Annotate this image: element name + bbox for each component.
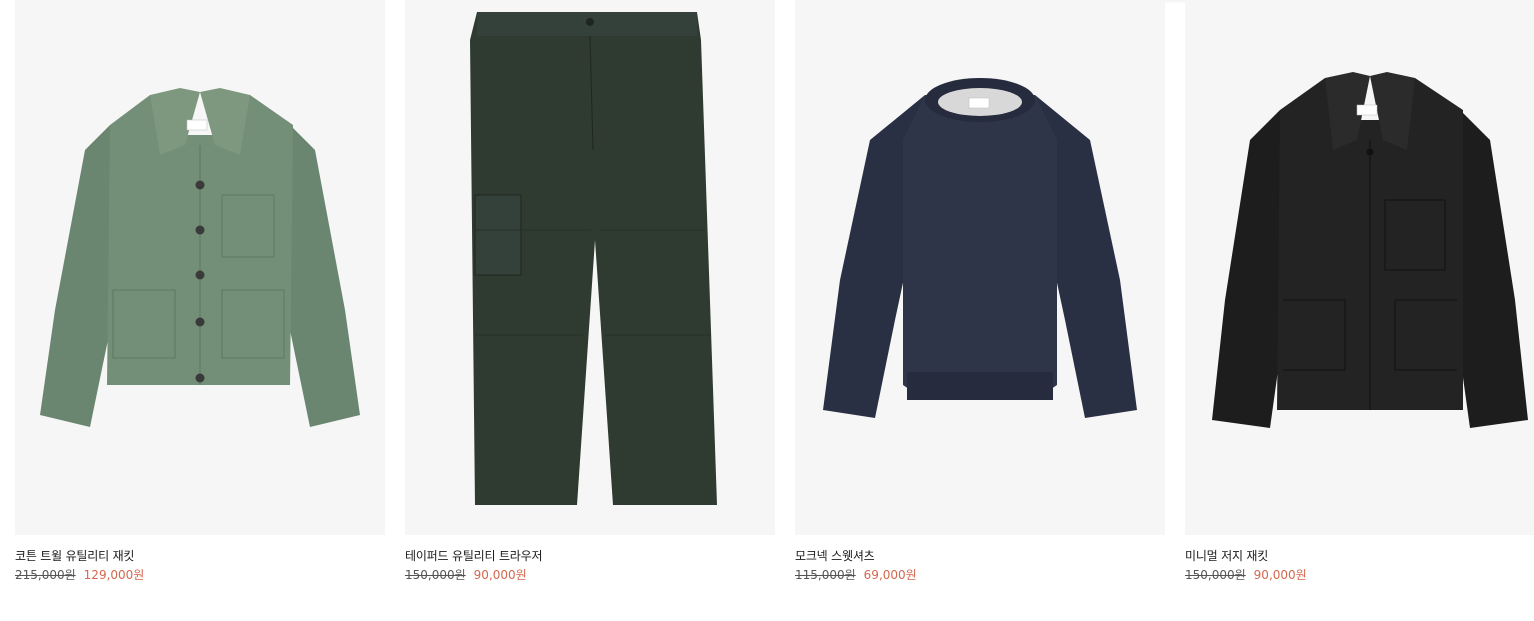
product-prices: 215,000원 129,000원 xyxy=(15,567,385,583)
original-price: 215,000원 xyxy=(15,568,76,582)
sale-price: 90,000원 xyxy=(473,568,527,582)
product-image[interactable] xyxy=(15,0,385,535)
product-card[interactable]: 코튼 트윌 유틸리티 재킷 215,000원 129,000원 xyxy=(15,0,385,583)
green-utility-jacket-image xyxy=(40,88,360,427)
product-prices: 115,000원 69,000원 xyxy=(795,567,1165,583)
product-image[interactable] xyxy=(795,0,1165,535)
product-card[interactable]: 테이퍼드 유틸리티 트라우저 150,000원 90,000원 xyxy=(405,0,775,583)
sale-price: 69,000원 xyxy=(863,568,917,582)
product-card[interactable]: 모크넥 스웻셔츠 115,000원 69,000원 xyxy=(795,0,1165,583)
product-image[interactable] xyxy=(1185,0,1534,535)
dark-green-trousers-image xyxy=(470,12,717,505)
sale-price: 90,000원 xyxy=(1253,568,1307,582)
product-card[interactable]: 미니멀 저지 재킷 150,000원 90,000원 xyxy=(1185,0,1534,583)
product-name[interactable]: 테이퍼드 유틸리티 트라우저 xyxy=(405,548,775,564)
product-prices: 150,000원 90,000원 xyxy=(1185,567,1534,583)
product-grid: 코튼 트윌 유틸리티 재킷 215,000원 129,000원 테이퍼드 유틸리티… xyxy=(0,0,1534,621)
product-name[interactable]: 미니멀 저지 재킷 xyxy=(1185,548,1534,564)
original-price: 150,000원 xyxy=(1185,568,1246,582)
original-price: 115,000원 xyxy=(795,568,856,582)
product-image[interactable] xyxy=(405,0,775,535)
product-name[interactable]: 코튼 트윌 유틸리티 재킷 xyxy=(15,548,385,564)
original-price: 150,000원 xyxy=(405,568,466,582)
black-jersey-jacket-image xyxy=(1212,72,1528,428)
product-prices: 150,000원 90,000원 xyxy=(405,567,775,583)
product-name[interactable]: 모크넥 스웻셔츠 xyxy=(795,548,1165,564)
navy-sweatshirt-image xyxy=(823,78,1137,418)
sale-price: 129,000원 xyxy=(83,568,145,582)
